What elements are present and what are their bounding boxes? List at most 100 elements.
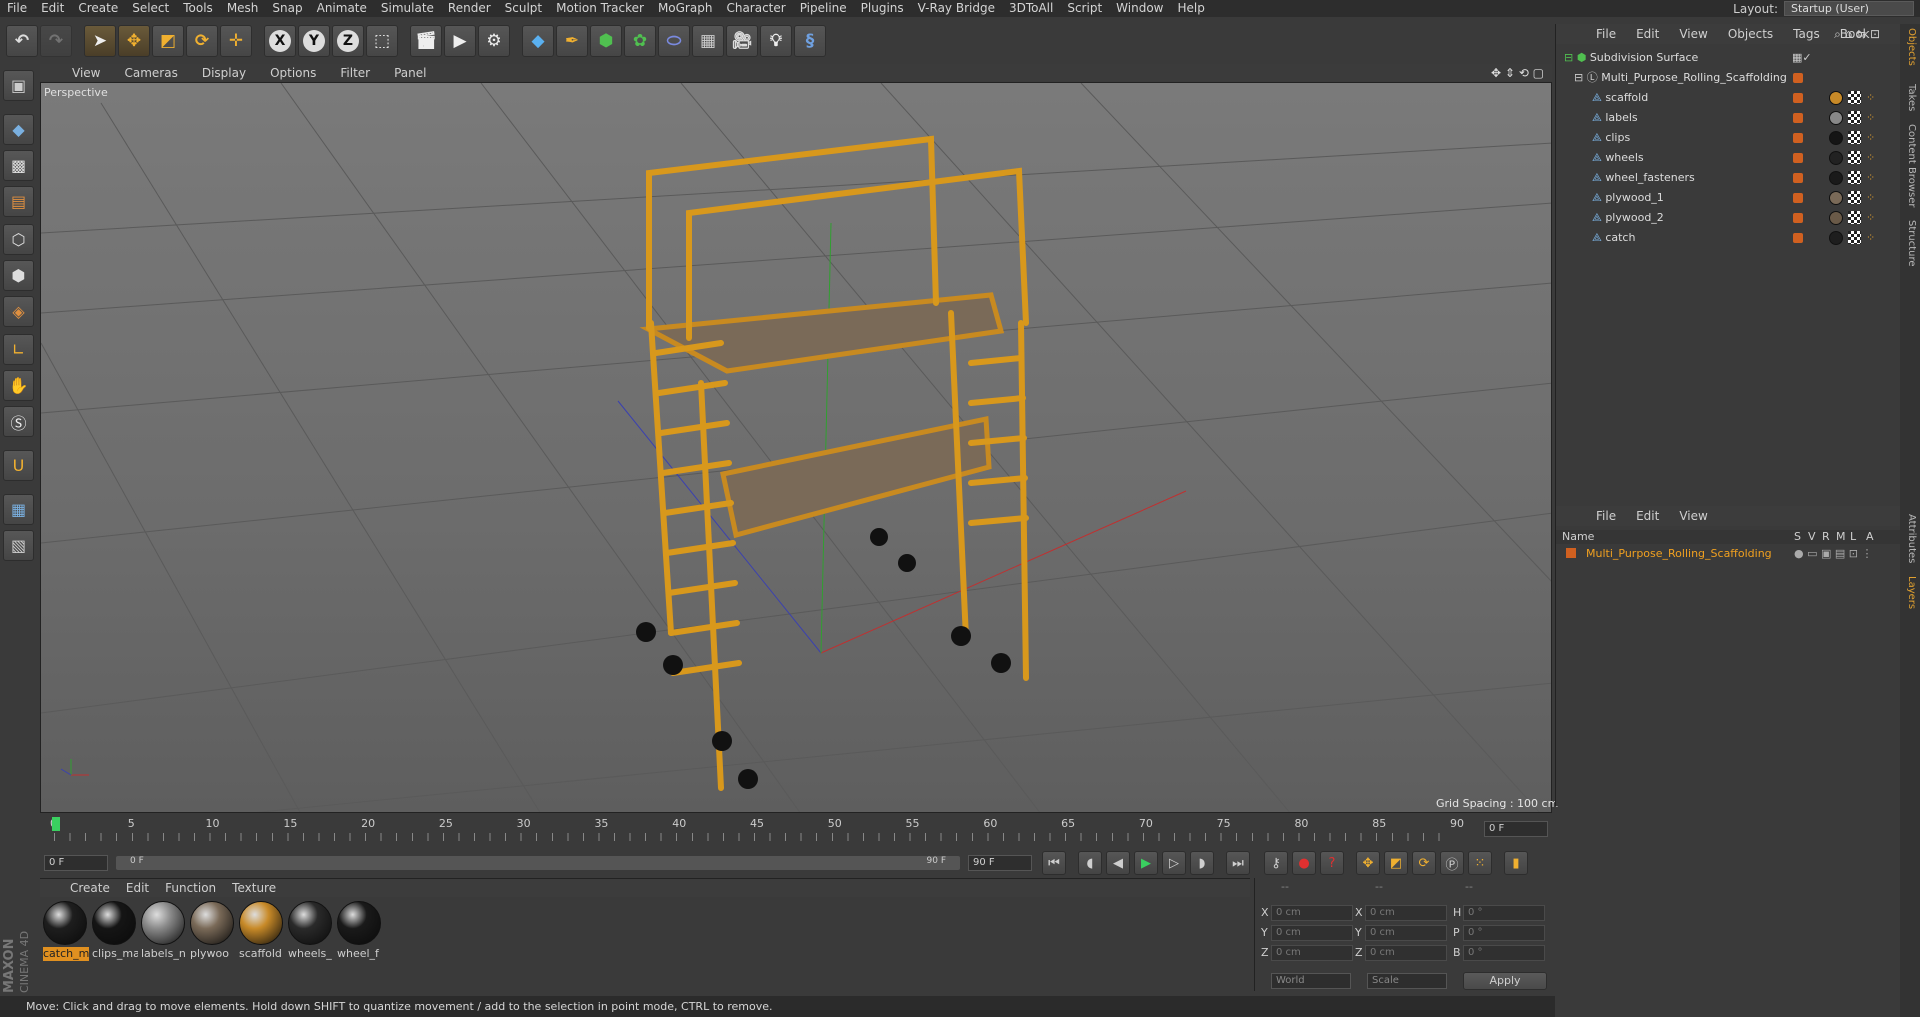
planar-workplane-button[interactable]: ▧ <box>3 530 34 561</box>
key-pla-button[interactable]: ⁙ <box>1468 851 1492 875</box>
workplane-mode-button[interactable]: ▤ <box>3 186 34 217</box>
scale-tool-button[interactable]: ◩ <box>152 25 184 57</box>
layer-tag[interactable] <box>1793 153 1803 163</box>
material-tag[interactable] <box>1829 131 1843 145</box>
viewport-menu-view[interactable]: View <box>60 66 112 80</box>
x-axis-button[interactable]: X <box>264 25 296 57</box>
material-menu-edit[interactable]: Edit <box>118 881 157 895</box>
snap-button[interactable]: U <box>3 450 34 481</box>
menu-3dtoall[interactable]: 3DToAll <box>1002 0 1060 17</box>
material-tag[interactable] <box>1829 211 1843 225</box>
points-mode-button[interactable]: ⬡ <box>3 224 34 255</box>
menu-motion-tracker[interactable]: Motion Tracker <box>549 0 651 17</box>
uvw-tag[interactable] <box>1848 131 1861 144</box>
y-axis-button[interactable]: Y <box>298 25 330 57</box>
material-tag[interactable] <box>1829 111 1843 125</box>
coord-rot-field[interactable]: 0 ° <box>1463 905 1545 921</box>
coord-size-field[interactable]: 0 cm <box>1365 905 1447 921</box>
key-rotation-button[interactable]: ⟳ <box>1412 851 1436 875</box>
material-slot[interactable]: plywoo <box>190 901 236 963</box>
scaffolding-model[interactable] <box>639 135 1029 791</box>
redo-button[interactable]: ↷ <box>40 25 72 57</box>
objects-menu-file[interactable]: File <box>1586 27 1626 41</box>
coord-pos-field[interactable]: 0 cm <box>1271 945 1353 961</box>
texture-mode-button[interactable]: ▩ <box>3 150 34 181</box>
polygons-mode-button[interactable]: ◈ <box>3 296 34 327</box>
viewport-menu-display[interactable]: Display <box>190 66 258 80</box>
object-row-plywood-2[interactable]: ⟁ plywood_2 ⁘ <box>1556 208 1901 228</box>
deformer-button[interactable]: ⬭ <box>658 25 690 57</box>
material-slot[interactable]: labels_n <box>141 901 187 963</box>
objects-search-icon[interactable]: ⌕ ⌂ ⇆ ⊡ <box>1834 27 1880 42</box>
layer-tag[interactable] <box>1793 93 1803 103</box>
material-tag[interactable] <box>1829 231 1843 245</box>
render-view-button[interactable]: 🎬︎ <box>410 25 442 57</box>
current-frame-field[interactable]: 0 F <box>1484 821 1548 837</box>
objects-menu-tags[interactable]: Tags <box>1783 27 1830 41</box>
subdivision-edit-check[interactable]: ▦✓ <box>1792 51 1812 64</box>
array-button[interactable]: ✿ <box>624 25 656 57</box>
menu-vray-bridge[interactable]: V-Ray Bridge <box>911 0 1002 17</box>
layer-toggle-icons[interactable]: ● ▭ ▣ ▤ ⊡ ⋮ <box>1794 547 1872 560</box>
key-scale-button[interactable]: ◩ <box>1384 851 1408 875</box>
material-tag[interactable] <box>1829 191 1843 205</box>
selection-tag[interactable]: ⁘ <box>1866 191 1879 204</box>
layer-tag[interactable] <box>1793 233 1803 243</box>
keyframe-selection-button[interactable]: ? <box>1320 851 1344 875</box>
viewport-nav-icons[interactable]: ✥ ⇕ ⟲ ▢ <box>1491 66 1544 80</box>
material-tag[interactable] <box>1829 91 1843 105</box>
frame-range-slider[interactable]: 0 F 90 F <box>116 856 960 870</box>
menu-edit[interactable]: Edit <box>34 0 71 17</box>
material-slot[interactable]: wheels_ <box>288 901 334 963</box>
selection-tag[interactable]: ⁘ <box>1866 91 1879 104</box>
layer-tag[interactable] <box>1793 213 1803 223</box>
layout-dropdown[interactable]: Startup (User) <box>1784 1 1914 16</box>
layer-tag[interactable] <box>1793 113 1803 123</box>
play-button[interactable]: ▶ <box>1134 851 1158 875</box>
object-row-group[interactable]: ⊟ Ⓛ Multi_Purpose_Rolling_Scaffolding <box>1556 68 1901 88</box>
tab-takes[interactable]: Takes <box>1903 84 1917 111</box>
material-slot[interactable]: catch_m <box>43 901 89 963</box>
coord-pos-field[interactable]: 0 cm <box>1271 905 1353 921</box>
goto-start-button[interactable]: ⏮ <box>1042 851 1066 875</box>
menu-mograph[interactable]: MoGraph <box>651 0 720 17</box>
model-mode-button[interactable]: ◆ <box>3 114 34 145</box>
material-tag[interactable] <box>1829 151 1843 165</box>
solo-button[interactable]: Ⓢ <box>3 406 34 437</box>
tab-content-browser[interactable]: Content Browser <box>1903 124 1917 207</box>
uvw-tag[interactable] <box>1848 171 1861 184</box>
selection-tag[interactable]: ⁘ <box>1866 131 1879 144</box>
z-axis-button[interactable]: Z <box>332 25 364 57</box>
viewport-menu-panel[interactable]: Panel <box>382 66 438 80</box>
coord-size-field[interactable]: 0 cm <box>1365 945 1447 961</box>
layer-tag[interactable] <box>1793 133 1803 143</box>
uvw-tag[interactable] <box>1848 151 1861 164</box>
apply-button[interactable]: Apply <box>1463 972 1547 990</box>
make-editable-button[interactable]: ▣ <box>3 70 34 101</box>
coord-pos-field[interactable]: 0 cm <box>1271 925 1353 941</box>
prev-frame-button[interactable]: ◀ <box>1106 851 1130 875</box>
layer-row[interactable]: Multi_Purpose_Rolling_Scaffolding ● ▭ ▣ … <box>1556 546 1901 564</box>
objects-menu-edit[interactable]: Edit <box>1626 27 1669 41</box>
recent-tool-button[interactable]: ✛ <box>220 25 252 57</box>
tab-structure[interactable]: Structure <box>1903 220 1917 267</box>
python-button[interactable]: § <box>794 25 826 57</box>
coords-scale-dropdown[interactable]: Scale <box>1367 973 1447 989</box>
camera-button[interactable]: 🎥︎ <box>726 25 758 57</box>
next-key-button[interactable]: ◗ <box>1190 851 1214 875</box>
render-settings-button[interactable]: ⚙ <box>478 25 510 57</box>
coords-mode-dropdown[interactable]: World <box>1271 973 1351 989</box>
menu-plugins[interactable]: Plugins <box>854 0 911 17</box>
tab-attributes[interactable]: Attributes <box>1903 514 1917 563</box>
objects-menu-objects[interactable]: Objects <box>1718 27 1783 41</box>
menu-pipeline[interactable]: Pipeline <box>793 0 854 17</box>
tab-layers[interactable]: Layers <box>1903 576 1917 609</box>
object-row-wheels[interactable]: ⟁ wheels ⁘ <box>1556 148 1901 168</box>
uvw-tag[interactable] <box>1848 211 1861 224</box>
playhead[interactable] <box>52 817 60 831</box>
object-row-labels[interactable]: ⟁ labels ⁘ <box>1556 108 1901 128</box>
layers-menu-file[interactable]: File <box>1586 509 1626 523</box>
layer-tag[interactable] <box>1793 73 1803 83</box>
material-menu-texture[interactable]: Texture <box>224 881 284 895</box>
menu-help[interactable]: Help <box>1170 0 1211 17</box>
